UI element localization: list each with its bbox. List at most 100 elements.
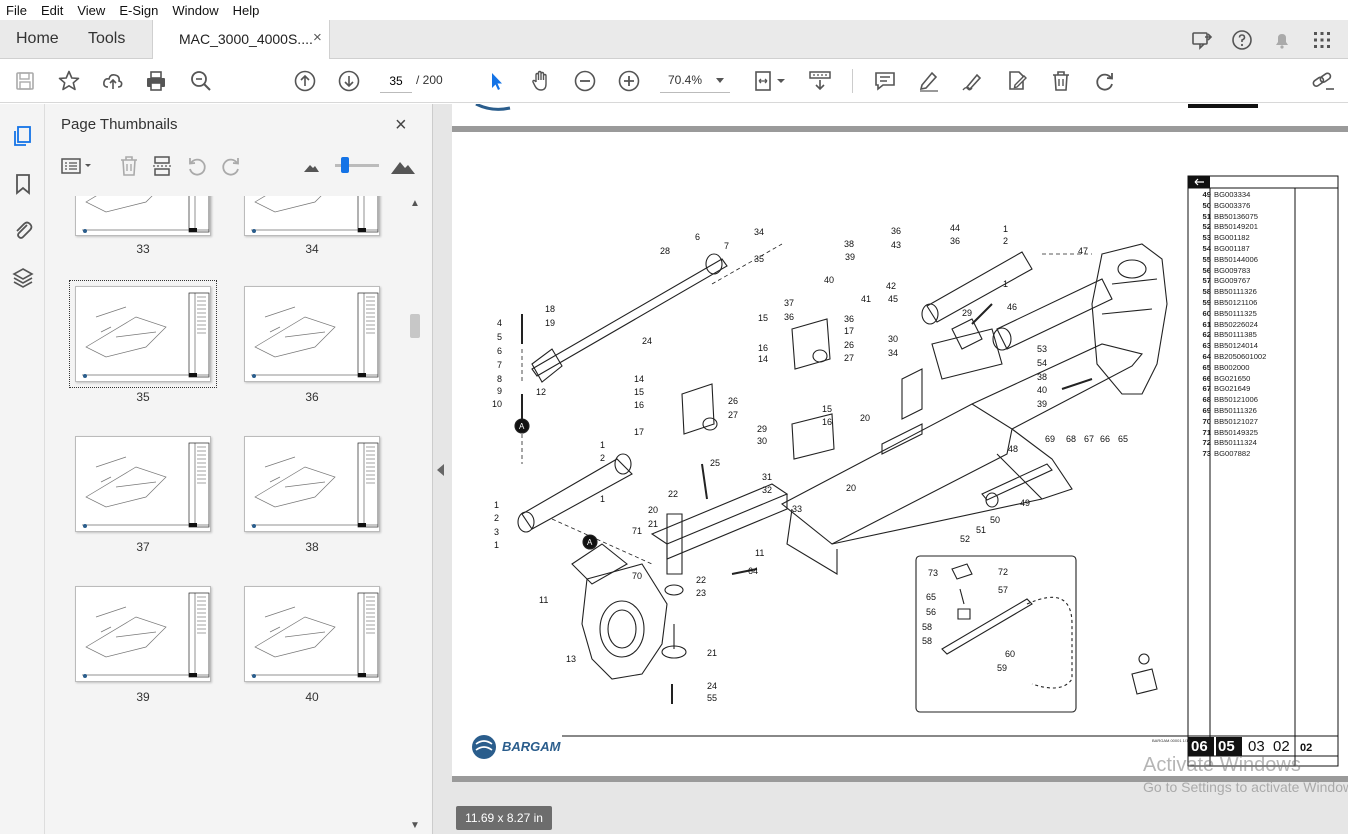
scroll-up-icon[interactable]: ▲ — [410, 198, 420, 209]
share-review-icon[interactable] — [1190, 28, 1214, 52]
page-thumbnail[interactable] — [75, 196, 211, 236]
page-thumbnails-icon[interactable] — [11, 124, 35, 148]
sign-pen-icon[interactable] — [960, 68, 986, 94]
svg-text:9: 9 — [497, 386, 502, 396]
menu-view[interactable]: View — [77, 3, 105, 18]
thumbnail-larger-icon[interactable] — [389, 154, 417, 178]
tab-tools[interactable]: Tools — [88, 30, 125, 48]
tab-home[interactable]: Home — [16, 30, 59, 48]
layers-icon[interactable] — [11, 266, 35, 290]
fit-page-icon[interactable] — [752, 68, 788, 94]
part-number: 73 — [1202, 449, 1211, 459]
parts-list-row: 65 BB002000 — [1197, 363, 1297, 374]
menu-edit[interactable]: Edit — [41, 3, 63, 18]
svg-text:34: 34 — [754, 227, 764, 237]
code-block-2: 05 — [1218, 738, 1235, 755]
page-thumbnail[interactable] — [244, 436, 380, 532]
thumbnail-size-slider[interactable] — [335, 157, 379, 173]
page-thumbnail[interactable] — [244, 286, 380, 382]
page-thumbnail[interactable] — [69, 280, 217, 388]
delete-trash-icon[interactable] — [1048, 68, 1074, 94]
apps-grid-icon[interactable] — [1310, 28, 1334, 52]
menu-window[interactable]: Window — [172, 3, 218, 18]
part-code: BB50111326 — [1214, 405, 1257, 415]
svg-text:19: 19 — [545, 318, 555, 328]
panel-title: Page Thumbnails — [61, 116, 178, 133]
print-icon[interactable] — [143, 68, 169, 94]
attachments-paperclip-icon[interactable] — [11, 218, 35, 242]
part-number: 58 — [1202, 287, 1211, 297]
part-code: BB50121006 — [1214, 395, 1258, 405]
rotate-left-icon[interactable] — [185, 154, 209, 178]
page-thumbnail[interactable] — [244, 586, 380, 682]
svg-text:72: 72 — [998, 567, 1008, 577]
svg-text:1: 1 — [494, 540, 499, 550]
svg-text:1: 1 — [494, 500, 499, 510]
hand-tool-icon[interactable] — [528, 68, 554, 94]
help-icon[interactable] — [1230, 28, 1254, 52]
parts-list-row: 59 BB50121106 — [1197, 298, 1297, 309]
svg-text:17: 17 — [634, 427, 644, 437]
zoom-search-icon[interactable] — [188, 68, 214, 94]
scroll-mode-icon[interactable] — [806, 68, 834, 94]
scrollbar-thumb[interactable] — [410, 314, 420, 338]
svg-text:22: 22 — [668, 489, 678, 499]
page-number-input[interactable] — [380, 69, 412, 93]
parts-list-row: 54 BG001187 — [1197, 244, 1297, 255]
parts-list-row: 57 BG009767 — [1197, 276, 1297, 287]
svg-text:68: 68 — [1066, 434, 1076, 444]
part-code: BG007882 — [1214, 449, 1251, 459]
part-number: 59 — [1202, 297, 1211, 307]
edit-pdf-icon[interactable] — [1004, 68, 1030, 94]
zoom-level-dropdown[interactable]: 70.4% — [660, 69, 730, 93]
rotate-right-icon[interactable] — [219, 154, 243, 178]
tab-document[interactable]: MAC_3000_4000S.... × — [152, 20, 330, 59]
thumbnail-page-number: 39 — [136, 690, 150, 704]
menu-file[interactable]: File — [6, 3, 27, 18]
panel-close-icon[interactable]: × — [395, 114, 407, 137]
bookmarks-icon[interactable] — [11, 172, 35, 196]
activate-windows-watermark: Activate Windows Go to Settings to activ… — [1143, 754, 1348, 795]
thumbnail-scrollbar[interactable]: ▲ ▼ — [409, 196, 421, 834]
parts-list-row: 69 BB50111326 — [1197, 406, 1297, 417]
notification-bell-icon[interactable] — [1270, 28, 1294, 52]
part-code: BG003334 — [1214, 190, 1251, 199]
scroll-down-icon[interactable]: ▼ — [410, 820, 420, 831]
select-cursor-icon[interactable] — [484, 68, 510, 94]
collapse-panel-icon[interactable] — [437, 464, 444, 476]
part-number: 50 — [1202, 200, 1211, 210]
share-link-icon[interactable] — [1310, 68, 1336, 94]
insert-page-icon[interactable] — [151, 154, 175, 178]
page-thumbnail[interactable] — [75, 436, 211, 532]
parts-list-row: 67 BG021649 — [1197, 384, 1297, 395]
upload-cloud-icon[interactable] — [100, 68, 126, 94]
slider-knob[interactable] — [341, 157, 349, 173]
zoom-in-icon[interactable] — [616, 68, 642, 94]
zoom-out-icon[interactable] — [572, 68, 598, 94]
bookmark-star-icon[interactable] — [56, 68, 82, 94]
thumbnail-options-icon[interactable] — [59, 154, 95, 178]
svg-text:1: 1 — [1003, 224, 1008, 234]
thumbnail-page-number: 37 — [136, 540, 150, 554]
menu-help[interactable]: Help — [233, 3, 260, 18]
thumbnail-smaller-icon[interactable] — [299, 154, 323, 178]
svg-text:60: 60 — [1005, 649, 1015, 659]
prev-page-icon[interactable] — [292, 68, 318, 94]
rotate-icon[interactable] — [1092, 68, 1118, 94]
svg-text:13: 13 — [566, 654, 576, 664]
highlight-pen-icon[interactable] — [916, 68, 942, 94]
part-number: 51 — [1202, 211, 1211, 221]
comment-icon[interactable] — [872, 68, 898, 94]
tab-close-button[interactable]: × — [313, 29, 322, 46]
menu-esign[interactable]: E-Sign — [119, 3, 158, 18]
parts-list-row: 60 BB50111325 — [1197, 309, 1297, 320]
svg-text:34: 34 — [888, 348, 898, 358]
page-thumbnail[interactable] — [244, 196, 380, 236]
svg-text:35: 35 — [754, 254, 764, 264]
next-page-icon[interactable] — [336, 68, 362, 94]
page-thumbnail[interactable] — [75, 586, 211, 682]
svg-text:15: 15 — [634, 387, 644, 397]
part-number: 55 — [1202, 254, 1211, 264]
delete-page-icon[interactable] — [117, 154, 141, 178]
save-icon[interactable] — [12, 68, 38, 94]
